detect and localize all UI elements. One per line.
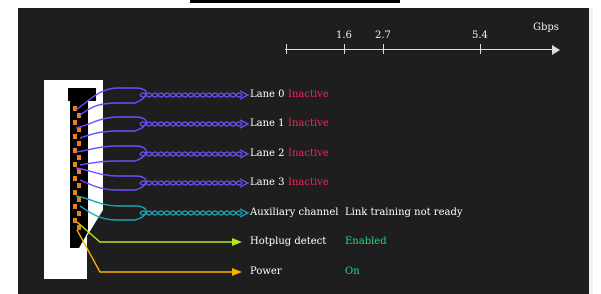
lane-0-status: Inactive bbox=[288, 89, 329, 100]
power-label: Power bbox=[250, 266, 282, 277]
connector-diagram bbox=[44, 80, 250, 279]
lane-3-label: Lane 3 bbox=[250, 177, 285, 188]
twisted-pair-lane-2 bbox=[139, 149, 250, 159]
aux-status: Link training not ready bbox=[345, 207, 463, 218]
twisted-pair-lane-3 bbox=[139, 178, 250, 188]
lane-0-label: Lane 0 bbox=[250, 89, 285, 100]
hotplug-wire bbox=[76, 221, 242, 246]
twisted-pair-aux bbox=[139, 208, 250, 218]
hotplug-status: Enabled bbox=[345, 236, 387, 247]
lane-2-label: Lane 2 bbox=[250, 148, 285, 159]
aux-label: Auxiliary channel bbox=[250, 207, 339, 218]
power-status: On bbox=[345, 266, 360, 277]
twisted-pair-lane-0 bbox=[139, 90, 250, 100]
lane-3-status: Inactive bbox=[288, 177, 329, 188]
twisted-pair-lane-1 bbox=[139, 119, 250, 129]
hotplug-label: Hotplug detect bbox=[250, 236, 327, 247]
displayport-connector-icon bbox=[44, 80, 103, 279]
lane-2-status: Inactive bbox=[288, 148, 329, 159]
lane-1-label: Lane 1 bbox=[250, 118, 285, 129]
power-wire bbox=[76, 229, 242, 276]
lane-1-status: Inactive bbox=[288, 118, 329, 129]
